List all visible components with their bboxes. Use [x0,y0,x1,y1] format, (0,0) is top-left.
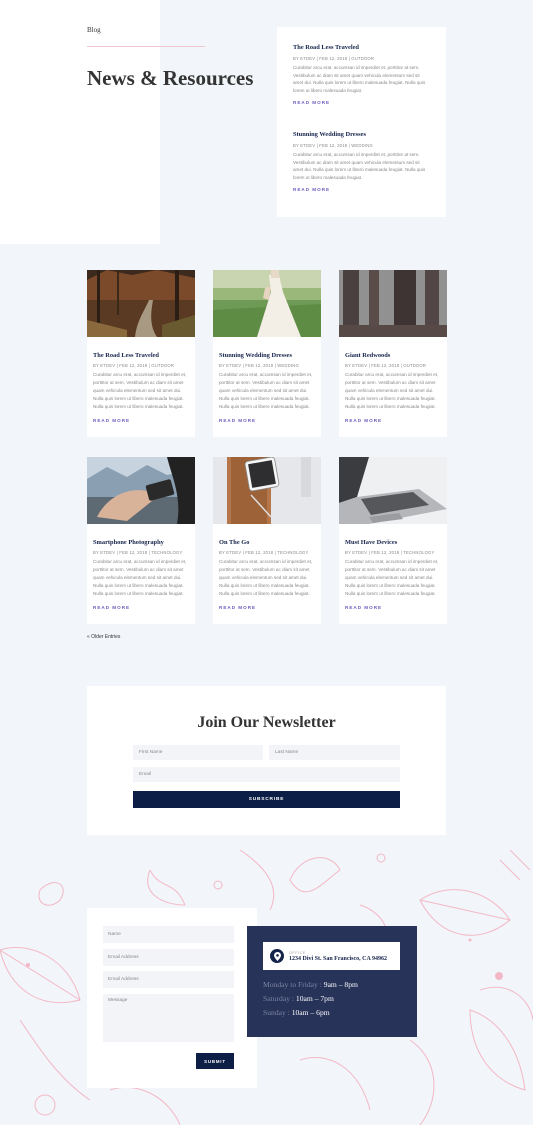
redwoods-photo[interactable] [339,270,447,337]
breadcrumb-divider [87,46,205,47]
post-title[interactable]: On The Go [219,539,315,546]
post-excerpt: Curabitur arcu erat, accumsan id imperdi… [345,372,439,409]
submit-button[interactable]: SUBMIT [196,1053,234,1069]
first-name-field[interactable]: First Name [133,745,263,760]
page-title: News & Resources [87,66,254,90]
older-entries-link[interactable]: « Older Entries [87,634,120,640]
post-meta: BY ETDEV | FEB 12, 2018 | OUTDOOR [345,363,427,368]
post-meta: BY ETDEV | FEB 12, 2018 | OUTDOOR [293,56,375,61]
read-more-link[interactable]: READ MORE [345,418,441,423]
post-meta: BY ETDEV | FEB 12, 2018 | OUTDOOR [93,363,175,368]
read-more-link[interactable]: READ MORE [219,605,315,610]
post-title[interactable]: The Road Less Traveled [93,352,189,359]
email-field[interactable]: Email [133,767,400,782]
featured-post: The Road Less Traveled BY ETDEV | FEB 12… [293,44,430,131]
read-more-link[interactable]: READ MORE [293,100,430,105]
office-address-box: OFFICE 1234 Divi St. San Francisco, CA 9… [263,942,400,970]
subscribe-button[interactable]: SUBSCRIBE [133,791,400,808]
post-meta: BY ETDEV | FEB 12, 2018 | WEDDING [293,143,373,148]
read-more-link[interactable]: READ MORE [345,605,441,610]
hours-time: 10am – 6pm [291,1008,330,1017]
hours-day: Monday to Friday : [263,980,322,989]
post-card: The Road Less Traveled BY ETDEV | FEB 12… [87,270,195,437]
phone-photo[interactable] [87,457,195,524]
last-name-field[interactable]: Last Name [269,745,400,760]
office-address: 1234 Divi St. San Francisco, CA 94962 [289,955,388,962]
post-excerpt: Curabitur arcu erat, accumsan id imperdi… [219,559,313,596]
post-card: Must Have Devices BY ETDEV | FEB 12, 201… [339,457,447,624]
email-address-field[interactable]: Email Address [103,949,234,966]
read-more-link[interactable]: READ MORE [93,418,189,423]
post-title[interactable]: Stunning Wedding Dresses [219,352,315,359]
post-excerpt: Curabitur arcu erat, accumsan id imperdi… [293,65,426,93]
post-card: Smartphone Photography BY ETDEV | FEB 12… [87,457,195,624]
hours-day: Sunday : [263,1008,290,1017]
laptop-photo[interactable] [339,457,447,524]
wedding-dress-photo[interactable] [213,270,321,337]
post-card: Stunning Wedding Dresses BY ETDEV | FEB … [213,270,321,437]
name-field[interactable]: Name [103,926,234,943]
post-excerpt: Curabitur arcu erat, accumsan id imperdi… [345,559,439,596]
post-title[interactable]: Stunning Wedding Dresses [293,131,430,138]
post-meta: BY ETDEV | FEB 12, 2018 | TECHNOLOGY [93,550,183,555]
breadcrumb[interactable]: Blog [87,26,101,34]
post-excerpt: Curabitur arcu erat, accumsan id imperdi… [293,152,426,180]
post-excerpt: Curabitur arcu erat, accumsan id imperdi… [93,559,187,596]
email-address-field-2[interactable]: Email Address [103,971,234,988]
hours-time: 10am – 7pm [295,994,334,1003]
post-meta: BY ETDEV | FEB 12, 2018 | TECHNOLOGY [219,550,309,555]
message-field[interactable]: Message [103,994,234,1042]
post-title[interactable]: The Road Less Traveled [293,44,430,51]
featured-post: Stunning Wedding Dresses BY ETDEV | FEB … [293,131,430,218]
featured-posts: The Road Less Traveled BY ETDEV | FEB 12… [277,27,446,217]
contact-form: Name Email Address Email Address Message… [87,908,257,1088]
office-info-panel: OFFICE 1234 Divi St. San Francisco, CA 9… [247,926,417,1037]
hours-time: 9am – 8pm [323,980,358,989]
hours-row: Saturday : 10am – 7pm [263,994,334,1003]
hours-row: Sunday : 10am – 6pm [263,1008,330,1017]
read-more-link[interactable]: READ MORE [293,187,430,192]
office-label: OFFICE [289,950,306,955]
location-pin-icon [270,949,284,963]
post-title[interactable]: Smartphone Photography [93,539,189,546]
hours-row: Monday to Friday : 9am – 8pm [263,980,358,989]
hero-panel [0,0,160,244]
post-excerpt: Curabitur arcu erat, accumsan id imperdi… [219,372,313,409]
newsletter-title: Join Our Newsletter [197,714,336,731]
tablet-photo[interactable] [213,456,321,524]
read-more-link[interactable]: READ MORE [219,418,315,423]
post-title[interactable]: Must Have Devices [345,539,441,546]
newsletter-section: Join Our Newsletter First Name Last Name… [87,686,446,835]
post-excerpt: Curabitur arcu erat, accumsan id imperdi… [93,372,187,409]
post-card: On The Go BY ETDEV | FEB 12, 2018 | TECH… [213,456,321,624]
forest-path-photo[interactable] [87,270,195,337]
post-meta: BY ETDEV | FEB 12, 2018 | WEDDING [219,363,299,368]
post-card: Giant Redwoods BY ETDEV | FEB 12, 2018 |… [339,270,447,437]
post-title[interactable]: Giant Redwoods [345,352,441,359]
post-meta: BY ETDEV | FEB 12, 2018 | TECHNOLOGY [345,550,435,555]
read-more-link[interactable]: READ MORE [93,605,189,610]
hours-day: Saturday : [263,994,295,1003]
